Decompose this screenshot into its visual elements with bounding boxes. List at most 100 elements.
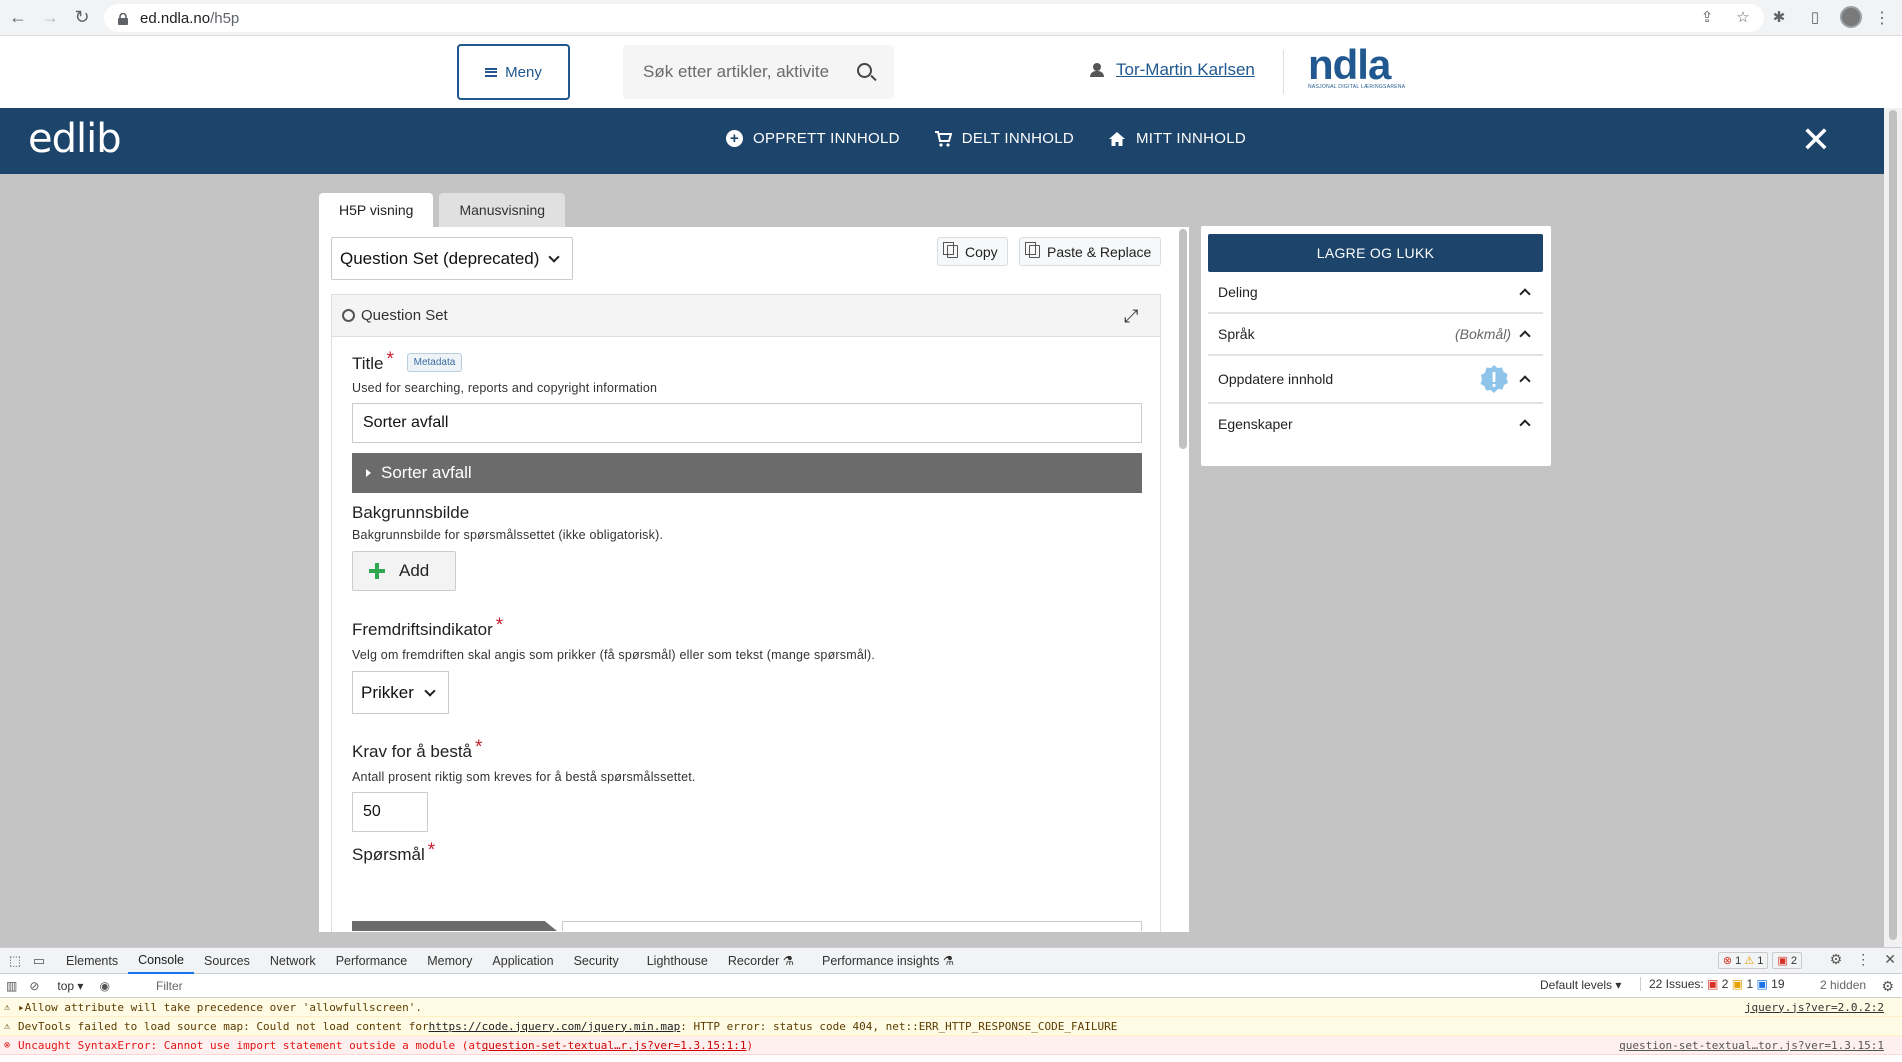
- issues-count: ▣ 2: [1772, 952, 1802, 969]
- copy-icon: [943, 242, 958, 258]
- progress-value: Prikker: [361, 682, 414, 702]
- accordion-update-content[interactable]: Oppdatere innhold: [1208, 356, 1543, 404]
- pass-percentage-input[interactable]: 50: [352, 792, 428, 832]
- group-label: Sorter avfall: [381, 463, 472, 482]
- tab-h5p-view[interactable]: H5P visning: [319, 193, 434, 227]
- ndla-logo-word: ndla: [1308, 41, 1391, 88]
- hidden-count: 2 hidden: [1820, 978, 1867, 992]
- profile-avatar[interactable]: [1840, 6, 1862, 28]
- console-message-link[interactable]: https://code.jquery.com/jquery.min.map: [429, 1020, 681, 1033]
- title-description: Used for searching, reports and copyrigh…: [352, 381, 658, 395]
- devtools-tab-sources[interactable]: Sources: [194, 948, 260, 974]
- log-levels-select[interactable]: Default levels ▾: [1540, 978, 1621, 992]
- copy-button[interactable]: Copy: [937, 237, 1008, 266]
- address-bar[interactable]: ed.ndla.no/h5p: [104, 4, 1764, 32]
- title-input[interactable]: Sorter avfall: [352, 403, 1142, 443]
- console-message-warning[interactable]: ⚠ DevTools failed to load source map: Co…: [0, 1017, 1902, 1036]
- console-message-link[interactable]: question-set-textual…r.js?ver=1.3.15:1:1: [482, 1039, 747, 1052]
- page-scrollbar[interactable]: [1884, 108, 1902, 947]
- close-icon[interactable]: ✕: [1800, 122, 1832, 158]
- progress-label-text: Fremdriftsindikator: [352, 620, 493, 639]
- console-message-error[interactable]: ⊗ Uncaught SyntaxError: Cannot use impor…: [0, 1036, 1902, 1055]
- device-toggle-icon[interactable]: ▭: [30, 952, 48, 970]
- user-link[interactable]: Tor-Martin Karlsen: [1090, 60, 1255, 80]
- devtools-tab-elements[interactable]: Elements: [56, 948, 128, 974]
- collapsible-group-header[interactable]: Sorter avfall: [352, 453, 1142, 493]
- devtools-tab-memory[interactable]: Memory: [417, 948, 482, 974]
- background-description: Bakgrunnsbilde for spørsmålssettet (ikke…: [352, 528, 664, 542]
- fullscreen-expand-icon[interactable]: ⤢: [1124, 307, 1142, 325]
- issues-label: 22 Issues:: [1649, 977, 1704, 991]
- clear-console-icon[interactable]: ⊘: [29, 979, 39, 993]
- console-message-warning[interactable]: ⚠ ▸Allow attribute will take precedence …: [0, 998, 1902, 1017]
- live-expression-eye-icon[interactable]: ◉: [99, 979, 109, 993]
- tab-script-view[interactable]: Manusvisning: [439, 193, 566, 227]
- accordion-properties[interactable]: Egenskaper: [1208, 404, 1543, 444]
- menu-button[interactable]: Meny: [457, 44, 570, 100]
- search-input[interactable]: Søk etter artikler, aktivite: [623, 45, 894, 99]
- warning-icon: ⚠: [4, 1020, 11, 1032]
- edlib-logo[interactable]: edlib: [28, 116, 122, 162]
- title-label-text: Title: [352, 354, 384, 373]
- paste-replace-button[interactable]: Paste & Replace: [1019, 237, 1162, 266]
- user-name[interactable]: Tor-Martin Karlsen: [1116, 60, 1255, 80]
- browser-menu-icon[interactable]: ⋮: [1874, 8, 1890, 28]
- console-message-text: DevTools failed to load source map: Coul…: [18, 1019, 429, 1033]
- console-settings-icon[interactable]: ⚙: [1881, 978, 1894, 995]
- console-message-source[interactable]: question-set-textual…tor.js?ver=1.3.15:1: [1619, 1039, 1884, 1052]
- close-devtools-icon[interactable]: ✕: [1884, 951, 1896, 968]
- console-message-text-after: ): [746, 1038, 754, 1052]
- devtools-tab-lighthouse[interactable]: Lighthouse: [637, 948, 718, 974]
- nav-shared-content[interactable]: DELT INNHOLD: [934, 130, 1074, 147]
- sidebar-toggle-icon[interactable]: ▥: [6, 979, 17, 993]
- devtools-tab-network[interactable]: Network: [260, 948, 326, 974]
- question-tab[interactable]: [352, 921, 557, 931]
- devtools-tab-performance[interactable]: Performance: [326, 948, 418, 974]
- console-message-text: ▸Allow attribute will take precedence ov…: [18, 1000, 422, 1014]
- pass-value: 50: [363, 803, 381, 820]
- settings-gear-icon[interactable]: ⚙: [1830, 951, 1843, 968]
- content-type-value: Question Set (deprecated): [340, 248, 540, 268]
- progress-select[interactable]: Prikker: [352, 671, 449, 714]
- ndla-logo-tagline: NASJONAL DIGITAL LÆRINGSARENA: [1308, 84, 1406, 90]
- cart-icon: [934, 130, 953, 147]
- more-options-icon[interactable]: ⋮: [1856, 951, 1870, 968]
- devtools-tab-security[interactable]: Security: [564, 948, 629, 974]
- context-select[interactable]: top ▾: [49, 979, 91, 993]
- ndla-logo[interactable]: ndla NASJONAL DIGITAL LÆRINGSARENA: [1308, 41, 1430, 92]
- edlib-nav: + OPPRETT INNHOLD DELT INNHOLD MITT INNH…: [726, 130, 1246, 147]
- metadata-button[interactable]: Metadata: [406, 353, 463, 373]
- nav-label: MITT INNHOLD: [1135, 130, 1246, 147]
- devtools-tab-console[interactable]: Console: [128, 948, 194, 974]
- accordion-language[interactable]: Språk (Bokmål): [1208, 314, 1543, 356]
- back-icon[interactable]: ←: [4, 4, 32, 32]
- add-image-button[interactable]: Add: [352, 551, 456, 591]
- question-field[interactable]: [562, 921, 1142, 931]
- bookmark-star-icon[interactable]: ☆: [1732, 6, 1754, 28]
- nav-create-content[interactable]: + OPPRETT INNHOLD: [726, 130, 900, 147]
- devtools-tab-application[interactable]: Application: [482, 948, 563, 974]
- extensions-icon[interactable]: ✱: [1768, 6, 1790, 28]
- console-filter-input[interactable]: Filter: [150, 977, 1530, 995]
- questions-label: Spørsmål *: [352, 840, 435, 866]
- share-icon[interactable]: ⇪: [1696, 6, 1718, 28]
- title-field-label: Title * Metadata: [352, 349, 463, 375]
- console-message-source[interactable]: jquery.js?ver=2.0.2:2: [1745, 1001, 1884, 1014]
- devtools-counters[interactable]: ⊗ 1 ⚠ 1 ▣ 2: [1717, 952, 1802, 969]
- editor-scrollbar[interactable]: [1179, 229, 1187, 449]
- devtools-tab-recorder[interactable]: Recorder ⚗: [718, 948, 804, 974]
- accordion-sharing[interactable]: Deling: [1208, 272, 1543, 314]
- nav-my-content[interactable]: MITT INNHOLD: [1108, 130, 1246, 147]
- search-icon[interactable]: [857, 63, 872, 78]
- accordion-label: Egenskaper: [1218, 416, 1293, 432]
- inspect-element-icon[interactable]: ⬚: [6, 952, 24, 970]
- reload-icon[interactable]: ↻: [68, 4, 96, 32]
- side-panel-icon[interactable]: ▯: [1804, 6, 1826, 28]
- devtools-tab-performance-insights[interactable]: Performance insights ⚗: [812, 948, 964, 974]
- user-icon: [1090, 63, 1104, 77]
- issues-button[interactable]: 22 Issues: ▣ 2 ▣ 1 ▣ 19: [1640, 977, 1785, 991]
- edlib-navbar: edlib + OPPRETT INNHOLD DELT INNHOLD MIT…: [0, 108, 1884, 174]
- forward-icon[interactable]: →: [36, 4, 64, 32]
- save-and-close-button[interactable]: LAGRE OG LUKK: [1208, 234, 1543, 272]
- content-type-select[interactable]: Question Set (deprecated): [331, 237, 573, 280]
